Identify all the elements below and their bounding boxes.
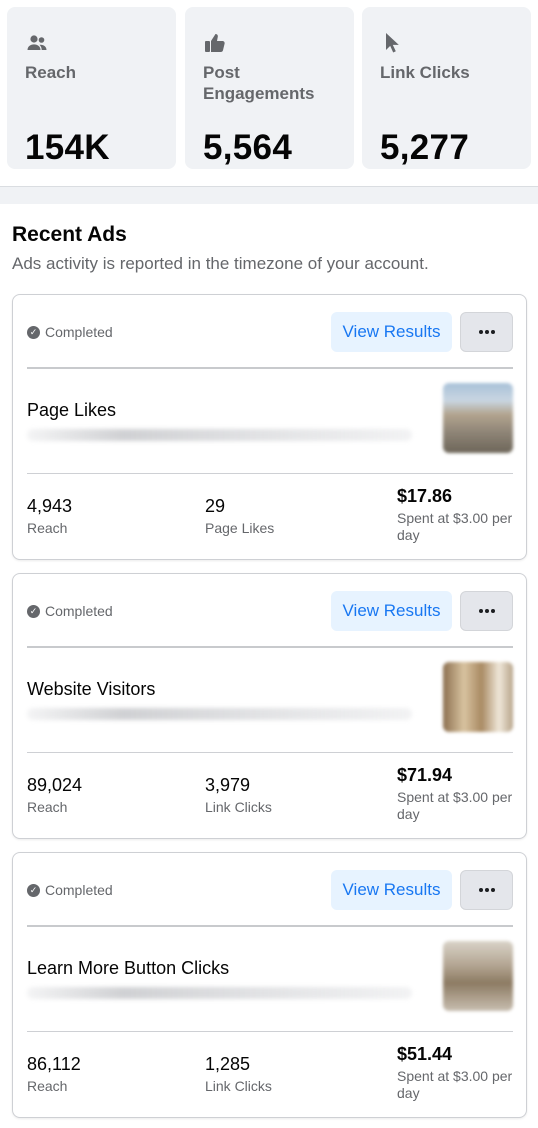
metric-value: $51.44 <box>397 1044 453 1064</box>
more-options-button[interactable] <box>460 870 513 910</box>
status-badge: ✓ Completed <box>27 882 113 898</box>
stat-value: 154K <box>25 128 110 167</box>
metric-label: Link Clicks <box>205 799 272 815</box>
thumbs-up-icon <box>205 34 225 52</box>
metric-reach: 86,112 Reach <box>27 1053 81 1095</box>
ad-description-blurred <box>27 987 412 999</box>
ad-title[interactable]: Learn More Button Clicks <box>27 958 229 979</box>
ad-title[interactable]: Page Likes <box>27 400 116 421</box>
metric-label: Spent at $3.00 per day <box>397 1068 513 1101</box>
more-dot-icon <box>478 888 483 892</box>
metric-value: $17.86 <box>397 486 453 506</box>
metric-value: 89,024 <box>27 775 83 795</box>
status-label: Completed <box>45 603 113 619</box>
metric-result: 3,979 Link Clicks <box>205 774 272 816</box>
check-circle-icon: ✓ <box>27 883 40 897</box>
stat-label: Post Engagements <box>203 63 315 103</box>
divider <box>27 473 513 474</box>
ad-card: ✓ Completed View Results Learn More Butt… <box>12 852 527 1118</box>
divider <box>27 925 513 927</box>
metric-label: Page Likes <box>205 520 275 536</box>
ad-thumbnail[interactable] <box>443 662 513 732</box>
status-badge: ✓ Completed <box>27 603 113 619</box>
stat-value: 5,564 <box>203 128 293 167</box>
metric-reach: 4,943 Reach <box>27 495 72 537</box>
divider <box>27 367 513 369</box>
metric-reach: 89,024 Reach <box>27 774 82 816</box>
metric-label: Spent at $3.00 per day <box>397 510 513 543</box>
more-dot-icon <box>478 330 483 334</box>
more-dot-icon <box>490 609 495 613</box>
divider <box>27 646 513 648</box>
stat-card-reach: Reach 154K <box>7 7 176 169</box>
status-label: Completed <box>45 882 113 898</box>
status-label: Completed <box>45 324 113 340</box>
stat-card-link-clicks: Link Clicks 5,277 <box>362 7 531 169</box>
metric-label: Reach <box>27 799 68 815</box>
ad-thumbnail[interactable] <box>443 383 513 453</box>
divider <box>27 752 513 753</box>
stats-summary: Reach 154K Post Engagements 5,564 Link C… <box>0 0 538 186</box>
metric-label: Link Clicks <box>205 1078 272 1094</box>
more-dot-icon <box>490 330 495 334</box>
metric-label: Reach <box>27 1078 68 1094</box>
metric-value: 29 <box>205 496 226 516</box>
metric-spent: $17.86 Spent at $3.00 per day <box>397 485 522 544</box>
stat-label: Link Clicks <box>380 63 470 82</box>
ad-thumbnail[interactable] <box>443 941 513 1011</box>
recent-ads-subtitle: Ads activity is reported in the timezone… <box>12 254 429 273</box>
recent-ads-title: Recent Ads <box>12 223 127 246</box>
metric-value: 86,112 <box>27 1054 81 1074</box>
people-icon <box>27 35 47 50</box>
divider <box>27 1031 513 1032</box>
more-dot-icon <box>478 609 483 613</box>
metric-spent: $71.94 Spent at $3.00 per day <box>397 764 522 823</box>
metric-label: Spent at $3.00 per day <box>397 789 513 822</box>
metric-label: Reach <box>27 520 68 536</box>
more-dot-icon <box>484 330 489 334</box>
cursor-icon <box>386 33 399 53</box>
metric-spent: $51.44 Spent at $3.00 per day <box>397 1043 522 1102</box>
section-divider <box>0 186 538 204</box>
more-options-button[interactable] <box>460 312 513 352</box>
stat-card-post-engagements: Post Engagements 5,564 <box>185 7 354 169</box>
ad-card: ✓ Completed View Results Website Visitor… <box>12 573 527 839</box>
stat-value: 5,277 <box>380 128 470 167</box>
ad-card: ✓ Completed View Results Page Likes 4,94… <box>12 294 527 560</box>
more-options-button[interactable] <box>460 591 513 631</box>
ad-title[interactable]: Website Visitors <box>27 679 155 700</box>
ad-description-blurred <box>27 708 412 720</box>
more-dot-icon <box>484 888 489 892</box>
metric-result: 1,285 Link Clicks <box>205 1053 272 1095</box>
view-results-button[interactable]: View Results <box>331 312 452 352</box>
check-circle-icon: ✓ <box>27 604 40 618</box>
metric-value: 4,943 <box>27 496 73 516</box>
metric-value: 1,285 <box>205 1054 251 1074</box>
more-dot-icon <box>484 609 489 613</box>
metric-value: $71.94 <box>397 765 453 785</box>
view-results-button[interactable]: View Results <box>331 870 452 910</box>
check-circle-icon: ✓ <box>27 325 40 339</box>
ad-description-blurred <box>27 429 412 441</box>
view-results-button[interactable]: View Results <box>331 591 452 631</box>
status-badge: ✓ Completed <box>27 324 113 340</box>
metric-result: 29 Page Likes <box>205 495 274 537</box>
more-dot-icon <box>490 888 495 892</box>
stat-label: Reach <box>25 63 77 82</box>
metric-value: 3,979 <box>205 775 251 795</box>
